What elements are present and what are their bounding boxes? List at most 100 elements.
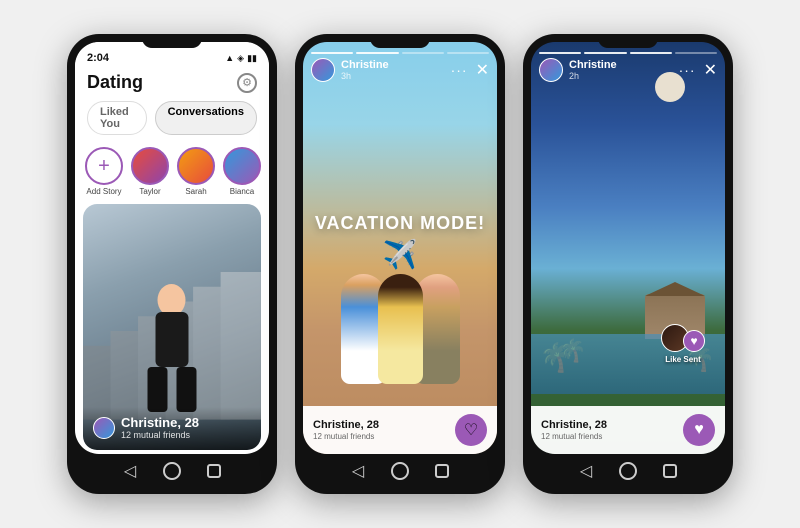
story-close-icon[interactable]: ✕ xyxy=(476,60,489,80)
add-story-label: Add Story xyxy=(86,187,121,196)
recents-button-3[interactable] xyxy=(659,460,681,482)
story-bottom-bar-3: Christine, 28 12 mutual friends ♥ xyxy=(531,406,725,454)
recents-icon-2 xyxy=(435,464,449,478)
story-close-icon-3[interactable]: ✕ xyxy=(704,60,717,80)
add-story-item[interactable]: + Add Story xyxy=(85,147,123,196)
like-sent-heart-avatar: ♥ xyxy=(683,330,705,352)
phone-screen-1: 2:04 ▲ ◈ ▮▮ Dating ⚙ Liked You Conversat… xyxy=(75,42,269,454)
vacation-mode-text: VACATION MODE! xyxy=(315,213,485,233)
home-icon-3 xyxy=(619,462,637,480)
card-mini-avatar xyxy=(93,417,115,439)
back-button-2[interactable]: ◁ xyxy=(347,460,369,482)
like-sent-avatars: ♥ xyxy=(661,324,705,352)
add-story-button[interactable]: + xyxy=(85,147,123,185)
progress-segment-2 xyxy=(356,52,398,54)
recents-icon xyxy=(207,464,221,478)
story-item-sarah[interactable]: Sarah xyxy=(177,147,215,196)
phone-notch xyxy=(142,34,202,48)
story-header-3: Christine 2h ··· ✕ xyxy=(539,58,717,82)
story-header: Christine 3h ··· ✕ xyxy=(311,58,489,82)
heart-icon: ♡ xyxy=(464,420,478,440)
recents-icon-3 xyxy=(663,464,677,478)
home-button[interactable] xyxy=(161,460,183,482)
wifi-icon: ◈ xyxy=(237,53,244,64)
story-header-actions-3: ··· ✕ xyxy=(679,60,717,80)
story-more-icon[interactable]: ··· xyxy=(451,62,468,78)
tab-conversations[interactable]: Conversations xyxy=(155,101,257,135)
back-icon: ◁ xyxy=(124,461,136,481)
story-user-meta-3: Christine 2h xyxy=(569,59,617,81)
back-icon-2: ◁ xyxy=(352,461,364,481)
card-mutual: 12 mutual friends xyxy=(121,430,199,440)
heart-filled-icon: ♥ xyxy=(690,334,697,348)
heart-icon-3: ♥ xyxy=(694,421,704,439)
like-sent-label: Like Sent xyxy=(665,355,701,364)
story-profile-name: Christine, 28 xyxy=(313,419,379,431)
phone-2: Christine 3h ··· ✕ VACATION MODE! ✈️ Chr… xyxy=(295,34,505,494)
phone-nav-bar: ◁ xyxy=(75,454,269,486)
progress-seg-1 xyxy=(539,52,581,54)
profile-card[interactable]: Christine, 28 12 mutual friends xyxy=(83,204,261,450)
story-progress-bar xyxy=(311,52,489,54)
tab-liked-you[interactable]: Liked You xyxy=(87,101,147,135)
vacation-overlay: VACATION MODE! ✈️ xyxy=(315,213,485,271)
app-header: Dating ⚙ xyxy=(75,68,269,99)
recents-button[interactable] xyxy=(203,460,225,482)
card-avatar-row: Christine, 28 12 mutual friends xyxy=(93,415,251,440)
person-silhouette xyxy=(140,282,205,412)
story-avatar-bianca[interactable] xyxy=(223,147,261,185)
home-button-3[interactable] xyxy=(617,460,639,482)
home-icon xyxy=(163,462,181,480)
story-item-taylor[interactable]: Taylor xyxy=(131,147,169,196)
status-time: 2:04 xyxy=(87,52,109,64)
story-progress-bar-3 xyxy=(539,52,717,54)
settings-icon[interactable]: ⚙ xyxy=(237,73,257,93)
phone-notch-3 xyxy=(598,34,658,48)
story-label-taylor: Taylor xyxy=(139,187,160,196)
story-item-bianca[interactable]: Bianca xyxy=(223,147,261,196)
story-user-info: Christine 3h xyxy=(311,58,389,82)
recents-button-2[interactable] xyxy=(431,460,453,482)
progress-segment-4 xyxy=(447,52,489,54)
story-profile-name-3: Christine, 28 xyxy=(541,419,607,431)
story-profile-info-3: Christine, 28 12 mutual friends xyxy=(541,419,607,441)
progress-segment-1 xyxy=(311,52,353,54)
story-bottom-bar: Christine, 28 12 mutual friends ♡ xyxy=(303,406,497,454)
status-icons: ▲ ◈ ▮▮ xyxy=(225,53,257,64)
story-username-3: Christine xyxy=(569,59,617,71)
phone-3: 🌴 🌴 🌴 Christine 2h ··· ✕ xyxy=(523,34,733,494)
story-user-avatar xyxy=(311,58,335,82)
beach-person-2 xyxy=(378,274,423,384)
phone-screen-3: 🌴 🌴 🌴 Christine 2h ··· ✕ xyxy=(531,42,725,454)
story-more-icon-3[interactable]: ··· xyxy=(679,62,696,78)
progress-seg-2 xyxy=(584,52,626,54)
plane-icon: ✈️ xyxy=(315,238,485,271)
like-heart-button[interactable]: ♡ xyxy=(455,414,487,446)
app-title: Dating xyxy=(87,72,143,93)
phone-screen-2: Christine 3h ··· ✕ VACATION MODE! ✈️ Chr… xyxy=(303,42,497,454)
signal-icon: ▲ xyxy=(225,53,234,63)
phone-1: 2:04 ▲ ◈ ▮▮ Dating ⚙ Liked You Conversat… xyxy=(67,34,277,494)
story-label-sarah: Sarah xyxy=(185,187,206,196)
story-user-avatar-3 xyxy=(539,58,563,82)
home-icon-2 xyxy=(391,462,409,480)
progress-seg-4 xyxy=(675,52,717,54)
like-sent-badge: ♥ Like Sent xyxy=(661,324,705,364)
story-avatar-sarah[interactable] xyxy=(177,147,215,185)
home-button-2[interactable] xyxy=(389,460,411,482)
back-icon-3: ◁ xyxy=(580,461,592,481)
story-user-info-3: Christine 2h xyxy=(539,58,617,82)
story-timestamp-3: 2h xyxy=(569,71,617,81)
back-button[interactable]: ◁ xyxy=(119,460,141,482)
story-timestamp: 3h xyxy=(341,71,389,81)
back-button-3[interactable]: ◁ xyxy=(575,460,597,482)
story-label-bianca: Bianca xyxy=(230,187,254,196)
progress-seg-3 xyxy=(630,52,672,54)
story-avatar-taylor[interactable] xyxy=(131,147,169,185)
phone-nav-bar-2: ◁ xyxy=(303,454,497,486)
story-username: Christine xyxy=(341,59,389,71)
story-user-meta: Christine 3h xyxy=(341,59,389,81)
story-profile-info: Christine, 28 12 mutual friends xyxy=(313,419,379,441)
card-name: Christine, 28 xyxy=(121,415,199,430)
like-heart-button-3[interactable]: ♥ xyxy=(683,414,715,446)
